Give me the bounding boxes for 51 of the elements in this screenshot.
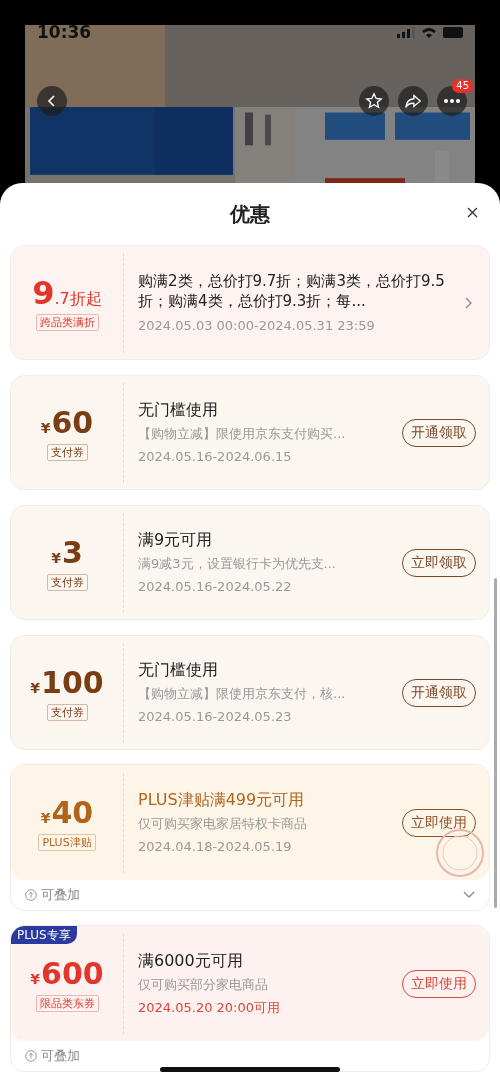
coupon-type-tag: 支付券 bbox=[46, 703, 88, 721]
discount-value: 9 bbox=[32, 274, 55, 311]
chevron-right-icon[interactable] bbox=[465, 296, 473, 309]
coupon-amount: 60 bbox=[51, 404, 94, 441]
status-time: 10:36 bbox=[37, 25, 92, 39]
currency-symbol: ¥ bbox=[40, 809, 51, 826]
stack-icon bbox=[25, 889, 37, 901]
coupon-title: PLUS津贴满499元可用 bbox=[138, 789, 306, 810]
offer-description: 购满2类，总价打9.7折；购满3类，总价打9.5折；购满4类，总价打9.3折；每... bbox=[138, 270, 446, 311]
coupon-type-tag: 支付券 bbox=[46, 443, 88, 461]
coupon-type-tag: 限品类东券 bbox=[35, 994, 99, 1012]
coupon-description: 【购物立减】限使用京东支付，核... bbox=[138, 684, 347, 703]
validity-date: 2024.05.16-2024.05.23 bbox=[138, 707, 293, 726]
coupon-amount: 100 bbox=[41, 664, 104, 701]
coupon-title: 无门槛使用 bbox=[138, 399, 219, 420]
coupon-type-tag: 支付券 bbox=[46, 573, 88, 591]
validity-date: 2024.05.16-2024.05.22 bbox=[138, 577, 293, 596]
stackable-label: 可叠加 bbox=[41, 1047, 80, 1065]
more-icon bbox=[443, 98, 461, 104]
battery-icon bbox=[443, 26, 465, 38]
coupon-amount: 40 bbox=[51, 794, 94, 831]
stackable-label: 可叠加 bbox=[41, 886, 80, 904]
wifi-icon bbox=[421, 26, 437, 38]
coupon-amount: 3 bbox=[61, 534, 83, 571]
plus-exclusive-badge: PLUS专享 bbox=[11, 926, 77, 944]
coupon-title: 无门槛使用 bbox=[138, 659, 219, 680]
expand-chevron-icon[interactable] bbox=[463, 891, 475, 899]
coupon-title: 满9元可用 bbox=[138, 529, 214, 550]
coupon-type-tag: PLUS津贴 bbox=[38, 833, 96, 851]
stack-icon bbox=[25, 1050, 37, 1062]
currency-symbol: ¥ bbox=[30, 970, 41, 987]
coupon-description: 【购物立减】限使用京东支付购买... bbox=[138, 424, 347, 443]
sheet-title: 优惠 bbox=[230, 200, 270, 228]
star-icon bbox=[365, 92, 383, 110]
validity-date: 2024.04.18-2024.05.19 bbox=[138, 837, 293, 856]
coupon-description: 仅可购买部分家电商品 bbox=[138, 975, 269, 994]
share-icon bbox=[404, 92, 422, 110]
currency-symbol: ¥ bbox=[40, 419, 51, 436]
validity-date: 2024.05.20 20:00可用 bbox=[138, 998, 282, 1017]
coupon-type-tag: 跨品类满折 bbox=[35, 313, 99, 331]
coupon-description: 仅可购买家电家居特权卡商品 bbox=[138, 814, 308, 833]
coupon-title: 满6000元可用 bbox=[138, 950, 244, 971]
discount-suffix: .7折起 bbox=[54, 288, 102, 310]
close-button[interactable] bbox=[467, 207, 478, 218]
currency-symbol: ¥ bbox=[30, 679, 41, 696]
currency-symbol: ¥ bbox=[51, 549, 61, 566]
coupon-description: 满9减3元，设置银行卡为优先支... bbox=[138, 554, 337, 573]
coupon-amount: 600 bbox=[41, 955, 104, 992]
validity-date: 2024.05.16-2024.06.15 bbox=[138, 447, 293, 466]
signal-icon bbox=[397, 26, 415, 38]
validity-date: 2024.05.03 00:00-2024.05.31 23:59 bbox=[138, 316, 376, 335]
